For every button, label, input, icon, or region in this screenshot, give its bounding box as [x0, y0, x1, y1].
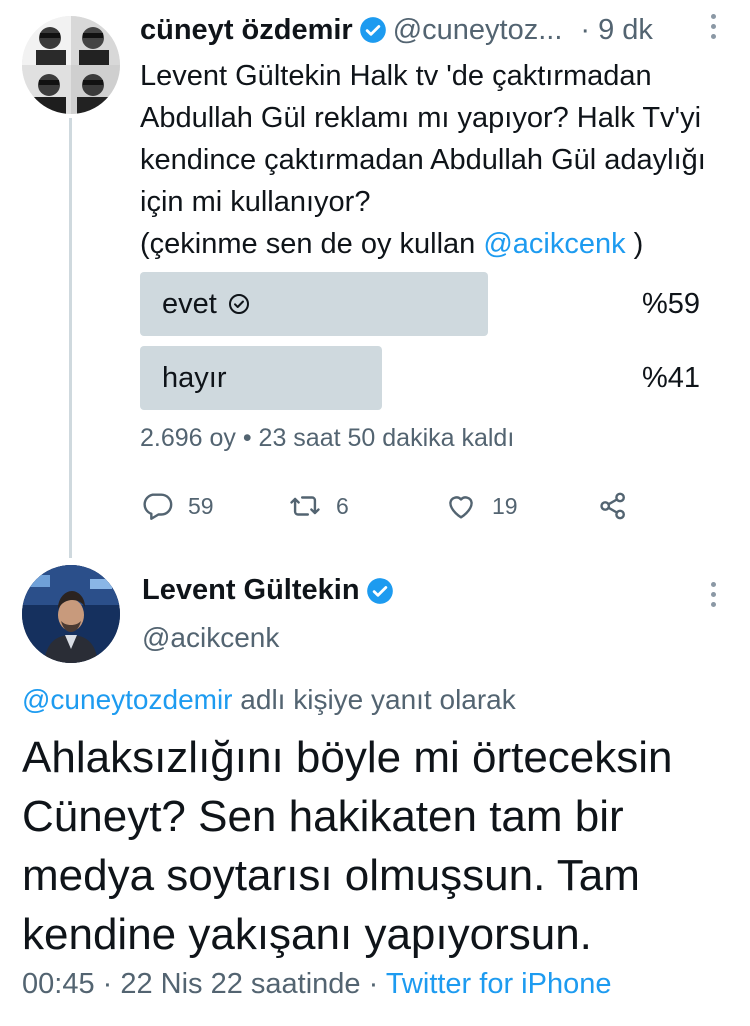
author-name[interactable]: cüneyt özdemir — [140, 14, 353, 47]
more-options-icon[interactable] — [706, 582, 720, 612]
heart-icon — [449, 496, 473, 519]
poll-option-label: hayır — [162, 346, 226, 410]
avatar-tile — [22, 65, 71, 114]
avatar-tile — [71, 16, 120, 65]
more-options-icon[interactable] — [706, 14, 720, 44]
share-button[interactable] — [596, 484, 644, 528]
separator-dot: · — [580, 13, 591, 46]
avatar-tile — [71, 65, 120, 114]
poll-percent: %59 — [641, 288, 700, 320]
retweet-icon — [290, 496, 320, 516]
reply-count: 59 — [188, 492, 214, 519]
poll-option-text: hayır — [162, 362, 227, 394]
avatar-levent[interactable] — [22, 565, 120, 663]
avatar-cuneyt[interactable] — [22, 16, 120, 114]
source-link[interactable]: Twitter for iPhone — [386, 968, 612, 1000]
share-icon — [600, 492, 625, 520]
tweet-header: cüneyt özdemir @cuneytoz... · 9 dk — [140, 10, 653, 50]
reply-context: @cuneytozdemir adlı kişiye yanıt olarak — [22, 684, 516, 716]
mention-link[interactable]: @acikcenk — [483, 228, 625, 260]
verified-badge-icon — [366, 577, 394, 605]
poll-meta: 2.696 oy • 23 saat 50 dakika kaldı — [140, 424, 515, 452]
tweet-timestamp: 00:45 · 22 Nis 22 saatinde · Twitter for… — [22, 968, 611, 1001]
author-handle[interactable]: @acikcenk — [142, 622, 279, 654]
reply-author: Levent Gültekin — [142, 574, 400, 607]
retweet-button[interactable]: 6 — [288, 484, 349, 528]
tweet-body: Levent Gültekin Halk tv 'de çaktırmadan … — [140, 60, 706, 218]
avatar-photo — [22, 565, 120, 663]
reply-text: Ahlaksızlığını böyle mi örteceksin Cüney… — [22, 733, 673, 959]
thread-connector-line — [69, 118, 72, 558]
tweet-text: Levent Gültekin Halk tv 'de çaktırmadan … — [140, 55, 740, 265]
timestamp-text[interactable]: 00:45 · 22 Nis 22 saatinde · — [22, 968, 386, 1000]
reply-button[interactable]: 59 — [140, 484, 214, 528]
poll-option-evet[interactable]: evet %59 — [140, 272, 730, 336]
like-button[interactable]: 19 — [444, 484, 518, 528]
poll-option-hayir[interactable]: hayır %41 — [140, 346, 730, 410]
retweet-count: 6 — [336, 492, 349, 519]
avatar-tile — [22, 16, 71, 65]
tweet-body-line2: (çekinme sen de oy kullan — [140, 228, 484, 260]
reply-to-mention[interactable]: @cuneytozdemir — [22, 684, 233, 715]
tweet-actions: 59 6 19 — [140, 484, 640, 528]
check-circle-icon — [228, 294, 249, 314]
verified-badge-icon — [359, 16, 387, 44]
poll-option-label: evet — [162, 272, 251, 336]
poll-option-text: evet — [162, 288, 217, 320]
author-name[interactable]: Levent Gültekin — [142, 574, 360, 607]
author-handle[interactable]: @cuneytoz... — [393, 14, 563, 47]
poll-percent: %41 — [641, 362, 700, 394]
tweet-body-line2-end: ) — [625, 228, 644, 260]
reply-to-text: adlı kişiye yanıt olarak — [232, 684, 516, 715]
reply-icon — [143, 493, 173, 520]
like-count: 19 — [492, 492, 518, 519]
tweet-time[interactable]: 9 dk — [598, 14, 653, 47]
